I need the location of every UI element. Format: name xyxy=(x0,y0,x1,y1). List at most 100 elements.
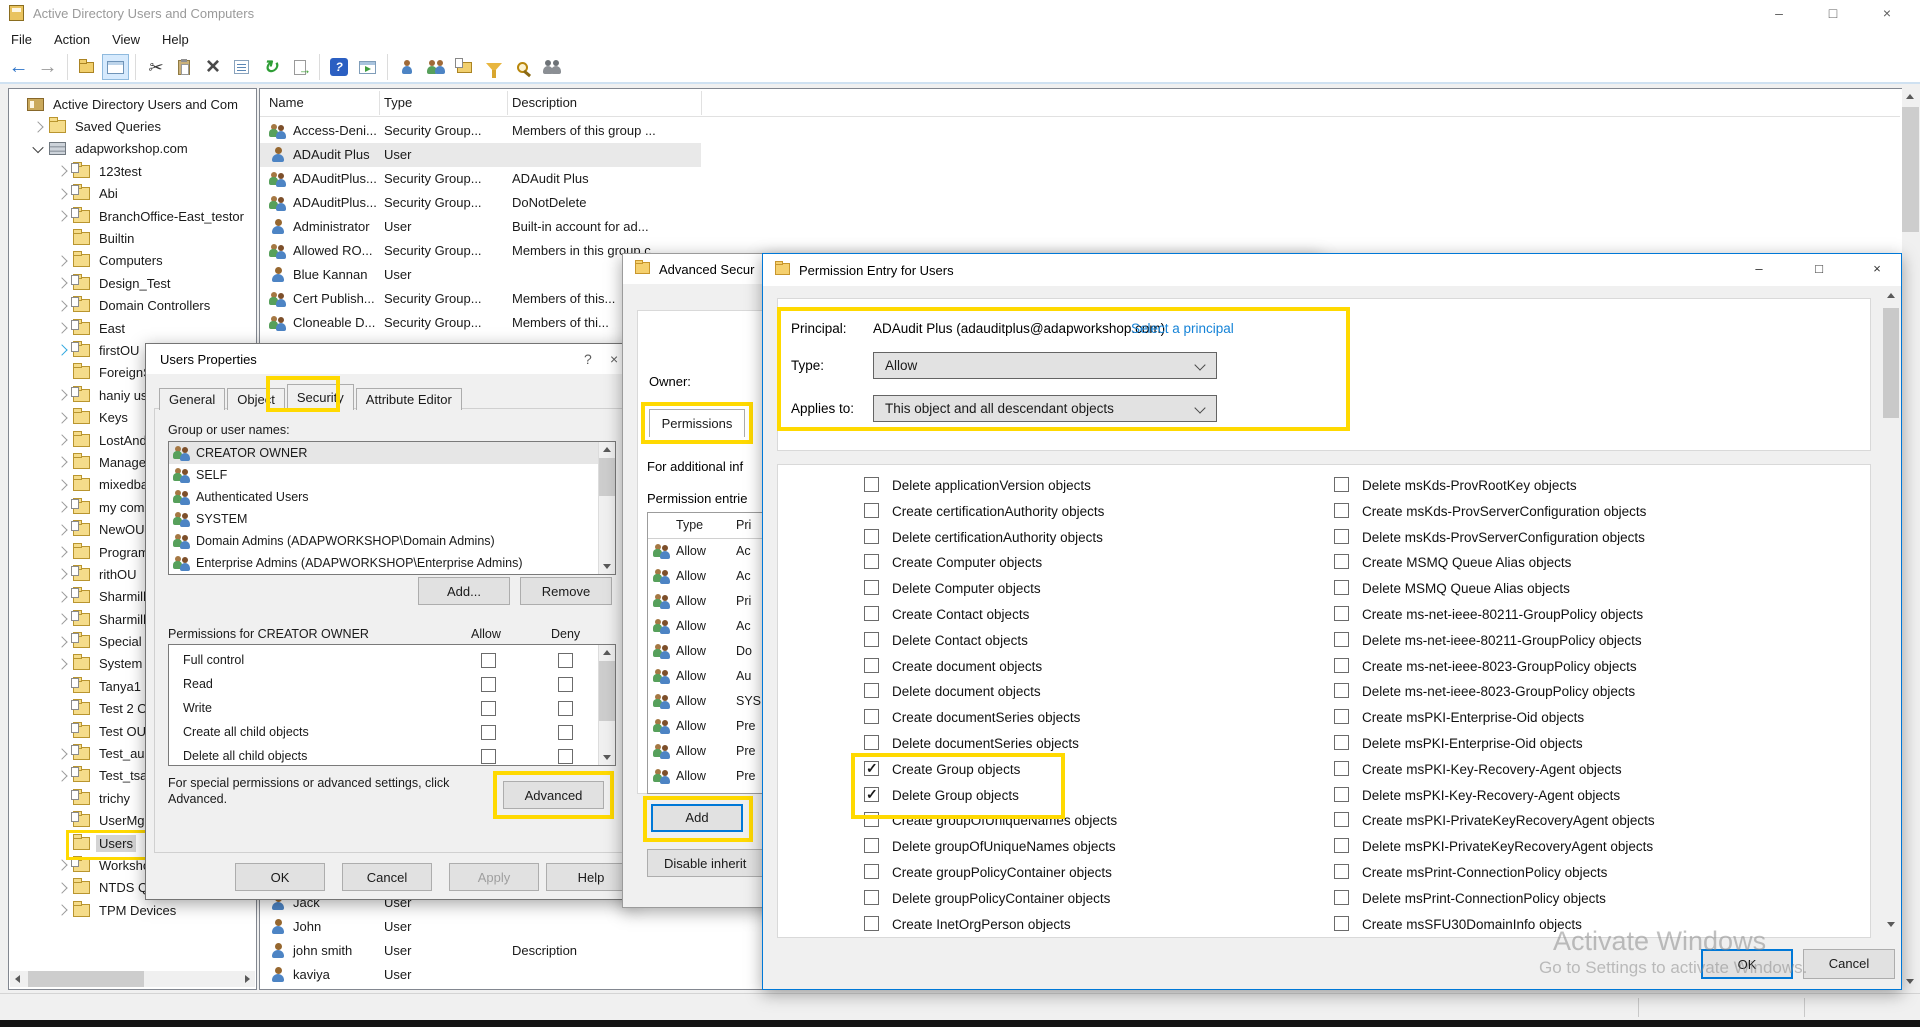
permission-checkbox-item[interactable]: Delete msPrint-ConnectionPolicy objects xyxy=(1334,890,1794,912)
export-list-icon[interactable] xyxy=(286,54,313,80)
scroll-up-icon[interactable] xyxy=(603,650,611,655)
checkbox[interactable] xyxy=(1334,529,1349,544)
deny-checkbox[interactable] xyxy=(558,677,573,692)
permission-checkbox-item[interactable]: Delete document objects xyxy=(864,683,1324,705)
checkbox[interactable] xyxy=(1334,838,1349,853)
table-row[interactable]: ADAudit Plus User xyxy=(260,143,1900,167)
ok-button[interactable]: OK xyxy=(1701,949,1793,979)
checkbox[interactable] xyxy=(864,477,879,492)
permission-row[interactable]: Read xyxy=(169,673,598,697)
column-header-description[interactable]: Description xyxy=(512,95,577,110)
group-list-item[interactable]: CREATOR OWNER xyxy=(169,442,598,464)
back-icon[interactable] xyxy=(5,54,32,80)
permission-checkbox-item[interactable]: Create msPrint-ConnectionPolicy objects xyxy=(1334,864,1794,886)
column-header-name[interactable]: Name xyxy=(269,95,304,110)
tab[interactable]: Object xyxy=(227,388,285,410)
permission-checkbox-item[interactable]: Delete Computer objects xyxy=(864,580,1324,602)
checkbox[interactable] xyxy=(1334,735,1349,750)
help-icon[interactable] xyxy=(319,54,352,80)
checkbox[interactable] xyxy=(1334,787,1349,802)
permission-checkbox-item[interactable]: Create groupOfUniqueNames objects xyxy=(864,812,1324,834)
permission-checkbox-item[interactable]: Create Contact objects xyxy=(864,606,1324,628)
type-dropdown[interactable]: Allow xyxy=(873,352,1217,379)
checkbox[interactable] xyxy=(1334,658,1349,673)
expander-icon[interactable] xyxy=(32,121,43,132)
refresh-icon[interactable] xyxy=(257,54,284,80)
checkbox[interactable] xyxy=(1334,683,1349,698)
checkbox[interactable] xyxy=(1334,503,1349,518)
tree-item[interactable]: BranchOffice-East_testor xyxy=(11,205,256,227)
permission-checkbox-item[interactable]: Delete ms-net-ieee-8023-GroupPolicy obje… xyxy=(1334,683,1794,705)
permission-checkbox-item[interactable]: Delete msKds-ProvServerConfiguration obj… xyxy=(1334,529,1794,551)
checkbox[interactable] xyxy=(864,658,879,673)
checkbox[interactable] xyxy=(864,812,879,827)
minimize-icon[interactable]: – xyxy=(1739,254,1779,284)
expander-icon[interactable] xyxy=(56,591,67,602)
menu-item[interactable]: Action xyxy=(43,32,101,47)
permission-checkbox-item[interactable]: Create msKds-ProvServerConfiguration obj… xyxy=(1334,503,1794,525)
permission-row[interactable]: Write xyxy=(169,697,598,721)
permission-checkbox-item[interactable]: Create msSFU30DomainInfo objects xyxy=(1334,916,1794,938)
expander-icon[interactable] xyxy=(32,142,43,153)
paste-icon[interactable] xyxy=(170,54,197,80)
group-list-item[interactable]: Domain Admins (ADAPWORKSHOP\Domain Admin… xyxy=(169,530,598,552)
advanced-button[interactable]: Advanced xyxy=(503,781,604,809)
checkbox[interactable] xyxy=(864,683,879,698)
cancel-button[interactable]: Cancel xyxy=(342,863,432,891)
permission-checkbox-item[interactable]: Create Group objects xyxy=(864,761,1324,783)
list-vertical-scrollbar[interactable] xyxy=(1902,88,1919,990)
add-button[interactable]: Add... xyxy=(418,577,510,605)
permission-checkbox-item[interactable]: Create ms-net-ieee-8023-GroupPolicy obje… xyxy=(1334,658,1794,680)
tab[interactable]: Attribute Editor xyxy=(356,388,462,410)
checkbox[interactable] xyxy=(864,529,879,544)
tree-horizontal-scrollbar[interactable] xyxy=(10,971,255,987)
checkbox[interactable] xyxy=(1334,761,1349,776)
column-divider[interactable] xyxy=(507,91,508,115)
group-list-item[interactable]: SYSTEM xyxy=(169,508,598,530)
scroll-down-icon[interactable] xyxy=(603,755,611,760)
tree-item[interactable]: Computers xyxy=(11,250,256,272)
tab[interactable]: General xyxy=(159,388,225,410)
checkbox[interactable] xyxy=(864,838,879,853)
permission-checkbox-item[interactable]: Delete msKds-ProvRootKey objects xyxy=(1334,477,1794,499)
expander-icon[interactable] xyxy=(56,636,67,647)
group-list-item[interactable]: Authenticated Users xyxy=(169,486,598,508)
tree-item[interactable]: adapworkshop.com xyxy=(11,138,256,160)
table-row[interactable]: Access-Deni... Security Group... Members… xyxy=(260,119,1900,143)
tab[interactable]: Security xyxy=(287,384,354,410)
expander-icon[interactable] xyxy=(56,860,67,871)
permission-checkbox-item[interactable]: Create certificationAuthority objects xyxy=(864,503,1324,525)
checkbox[interactable] xyxy=(864,580,879,595)
expander-icon[interactable] xyxy=(56,457,67,468)
tree-item[interactable]: Saved Queries xyxy=(11,115,256,137)
expander-icon[interactable] xyxy=(56,322,67,333)
permission-checkbox-item[interactable]: Delete msPKI-PrivateKeyRecoveryAgent obj… xyxy=(1334,838,1794,860)
permission-checkbox-item[interactable]: Delete certificationAuthority objects xyxy=(864,529,1324,551)
group-names-listbox[interactable]: CREATOR OWNER SELF Authenticated Users xyxy=(168,441,616,575)
group-list-item[interactable]: SELF xyxy=(169,464,598,486)
close-icon[interactable]: × xyxy=(610,351,618,367)
policy-icon[interactable] xyxy=(538,54,565,80)
scrollbar-thumb[interactable] xyxy=(1883,308,1899,418)
table-row[interactable]: ADAuditPlus... Security Group... DoNotDe… xyxy=(260,191,1900,215)
permission-checkbox-item[interactable]: Create msPKI-Key-Recovery-Agent objects xyxy=(1334,761,1794,783)
scrollbar-thumb[interactable] xyxy=(599,458,616,496)
allow-checkbox[interactable] xyxy=(481,725,496,740)
allow-checkbox[interactable] xyxy=(481,749,496,764)
tree-item[interactable]: Active Directory Users and Com xyxy=(11,93,256,115)
tree-item[interactable]: 123test xyxy=(11,160,256,182)
scroll-down-icon[interactable] xyxy=(1887,922,1895,927)
menu-item[interactable]: File xyxy=(0,32,43,47)
deny-checkbox[interactable] xyxy=(558,701,573,716)
expander-icon[interactable] xyxy=(56,412,67,423)
allow-checkbox[interactable] xyxy=(481,653,496,668)
checkbox[interactable] xyxy=(864,632,879,647)
deny-checkbox[interactable] xyxy=(558,653,573,668)
minimize-icon[interactable]: – xyxy=(1756,0,1802,27)
checkbox[interactable] xyxy=(1334,606,1349,621)
allow-checkbox[interactable] xyxy=(481,677,496,692)
console-tree-icon[interactable] xyxy=(102,54,129,80)
listbox-scrollbar[interactable] xyxy=(598,645,615,765)
checkbox[interactable] xyxy=(864,916,879,931)
checkbox[interactable] xyxy=(864,890,879,905)
